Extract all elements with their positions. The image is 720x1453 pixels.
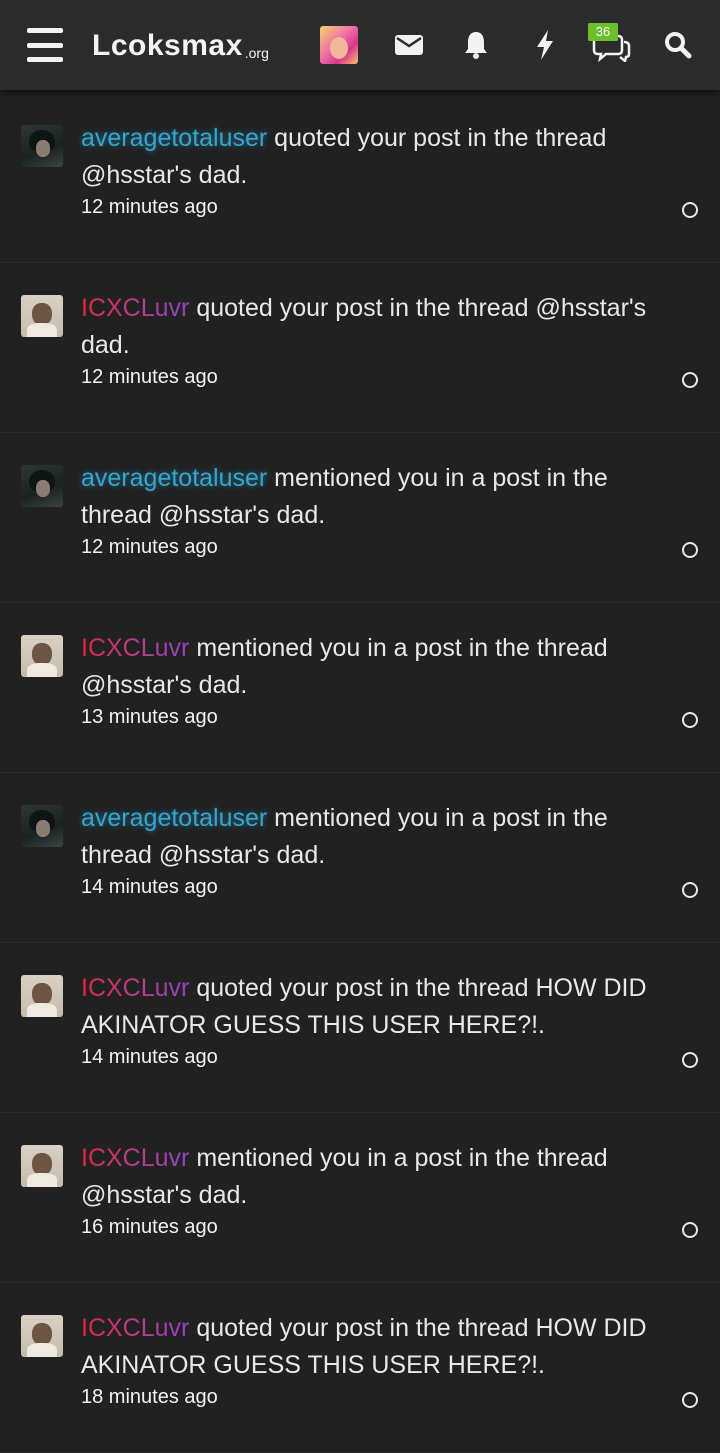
logo-suffix: .org xyxy=(244,45,269,61)
logo-text: Lcoksmax xyxy=(92,29,243,62)
user-avatar[interactable] xyxy=(21,295,63,337)
username-link[interactable]: ICXCLuvr xyxy=(81,634,189,662)
user-avatar[interactable] xyxy=(21,125,63,167)
notification-text: averagetotaluser mentioned you in a post… xyxy=(81,800,681,874)
conversations-badge: 36 xyxy=(588,23,618,41)
notification-time: 14 minutes ago xyxy=(81,876,218,898)
top-navigation-bar: Lcoksmax .org 36 xyxy=(0,0,720,90)
mark-read-toggle[interactable] xyxy=(682,202,698,218)
notification-item[interactable]: ICXCLuvr mentioned you in a post in the … xyxy=(0,1113,720,1283)
bolt-icon[interactable] xyxy=(527,27,563,63)
menu-icon[interactable] xyxy=(26,28,64,62)
user-avatar[interactable] xyxy=(21,805,63,847)
notification-time: 12 minutes ago xyxy=(81,536,218,558)
notification-time: 13 minutes ago xyxy=(81,706,218,728)
user-avatar[interactable] xyxy=(21,635,63,677)
account-avatar[interactable] xyxy=(320,26,358,64)
notification-time: 18 minutes ago xyxy=(81,1386,218,1408)
user-avatar[interactable] xyxy=(21,975,63,1017)
mail-icon[interactable] xyxy=(391,27,427,63)
mark-read-toggle[interactable] xyxy=(682,712,698,728)
mark-read-toggle[interactable] xyxy=(682,1052,698,1068)
mark-read-toggle[interactable] xyxy=(682,882,698,898)
username-link[interactable]: ICXCLuvr xyxy=(81,974,189,1002)
notification-item[interactable]: ICXCLuvr mentioned you in a post in the … xyxy=(0,603,720,773)
mark-read-toggle[interactable] xyxy=(682,542,698,558)
notification-item[interactable]: ICXCLuvr quoted your post in the thread … xyxy=(0,1283,720,1453)
notification-text: ICXCLuvr quoted your post in the thread … xyxy=(81,290,681,364)
user-avatar[interactable] xyxy=(21,465,63,507)
username-link[interactable]: ICXCLuvr xyxy=(81,1144,189,1172)
username-link[interactable]: averagetotaluser xyxy=(81,464,267,492)
notification-text: ICXCLuvr quoted your post in the thread … xyxy=(81,1310,681,1384)
notification-time: 14 minutes ago xyxy=(81,1046,218,1068)
notification-item[interactable]: averagetotaluser mentioned you in a post… xyxy=(0,773,720,943)
notification-item[interactable]: averagetotaluser mentioned you in a post… xyxy=(0,433,720,603)
notification-item[interactable]: ICXCLuvr quoted your post in the thread … xyxy=(0,263,720,433)
username-link[interactable]: averagetotaluser xyxy=(81,124,267,152)
username-link[interactable]: ICXCLuvr xyxy=(81,1314,189,1342)
username-link[interactable]: averagetotaluser xyxy=(81,804,267,832)
search-icon[interactable] xyxy=(660,27,696,63)
notification-time: 12 minutes ago xyxy=(81,366,218,388)
notification-text: ICXCLuvr mentioned you in a post in the … xyxy=(81,1140,681,1214)
notification-list: averagetotaluser quoted your post in the… xyxy=(0,93,720,1453)
notification-text: averagetotaluser mentioned you in a post… xyxy=(81,460,681,534)
notification-time: 12 minutes ago xyxy=(81,196,218,218)
chat-icon[interactable]: 36 xyxy=(588,23,634,63)
bell-icon[interactable] xyxy=(458,27,494,63)
notification-text: ICXCLuvr mentioned you in a post in the … xyxy=(81,630,681,704)
user-avatar[interactable] xyxy=(21,1145,63,1187)
user-avatar[interactable] xyxy=(21,1315,63,1357)
notification-text: averagetotaluser quoted your post in the… xyxy=(81,120,681,194)
notification-item[interactable]: ICXCLuvr quoted your post in the thread … xyxy=(0,943,720,1113)
mark-read-toggle[interactable] xyxy=(682,1222,698,1238)
mark-read-toggle[interactable] xyxy=(682,1392,698,1408)
notification-item[interactable]: averagetotaluser quoted your post in the… xyxy=(0,93,720,263)
mark-read-toggle[interactable] xyxy=(682,372,698,388)
username-link[interactable]: ICXCLuvr xyxy=(81,294,189,322)
notification-text: ICXCLuvr quoted your post in the thread … xyxy=(81,970,681,1044)
notification-time: 16 minutes ago xyxy=(81,1216,218,1238)
site-logo[interactable]: Lcoksmax .org xyxy=(92,24,269,68)
